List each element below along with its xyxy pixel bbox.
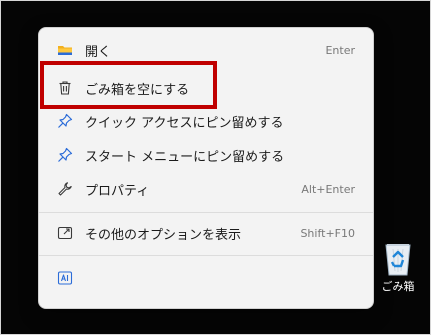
folder-icon <box>57 42 73 58</box>
menu-item-label: その他のオプションを表示 <box>85 227 242 243</box>
immersive-reader-button[interactable] <box>43 262 83 294</box>
menu-item-shortcut: Alt+Enter <box>301 182 355 196</box>
menu-separator <box>39 212 373 213</box>
recycle-bin-label: ごみ箱 <box>381 280 415 293</box>
menu-item-label: クイック アクセスにピン留めする <box>85 115 284 131</box>
menu-item-show-more-options[interactable]: その他のオプションを表示 Shift+F10 <box>43 217 369 249</box>
share-icon <box>57 225 73 241</box>
menu-item-properties[interactable]: プロパティ Alt+Enter <box>43 173 369 205</box>
wrench-icon <box>57 181 73 197</box>
menu-item-label: プロパティ <box>85 183 150 199</box>
immersive-reader-icon <box>57 270 73 286</box>
menu-item-label: 開く <box>85 44 112 60</box>
recycle-bin-desktop-icon[interactable]: ごみ箱 <box>374 241 422 301</box>
pin-icon <box>57 113 73 129</box>
menu-item-open[interactable]: 開く Enter <box>43 34 369 66</box>
recycle-bin-icon <box>381 241 415 277</box>
menu-item-empty-recycle-bin[interactable]: ごみ箱を空にする <box>43 72 369 104</box>
screenshot-frame: 開く Enter ごみ箱を空にする クイック アクセスにピン留めする スタート … <box>0 0 431 335</box>
pin-icon <box>57 147 73 163</box>
menu-item-shortcut: Shift+F10 <box>300 226 355 240</box>
menu-item-shortcut: Enter <box>325 43 355 57</box>
menu-item-pin-quick-access[interactable]: クイック アクセスにピン留めする <box>43 105 369 137</box>
trash-icon <box>57 80 73 96</box>
menu-item-label: スタート メニューにピン留めする <box>85 149 285 165</box>
menu-item-label: ごみ箱を空にする <box>85 82 190 98</box>
menu-item-pin-start-menu[interactable]: スタート メニューにピン留めする <box>43 139 369 171</box>
context-menu: 開く Enter ごみ箱を空にする クイック アクセスにピン留めする スタート … <box>38 27 374 309</box>
menu-separator <box>39 255 373 256</box>
